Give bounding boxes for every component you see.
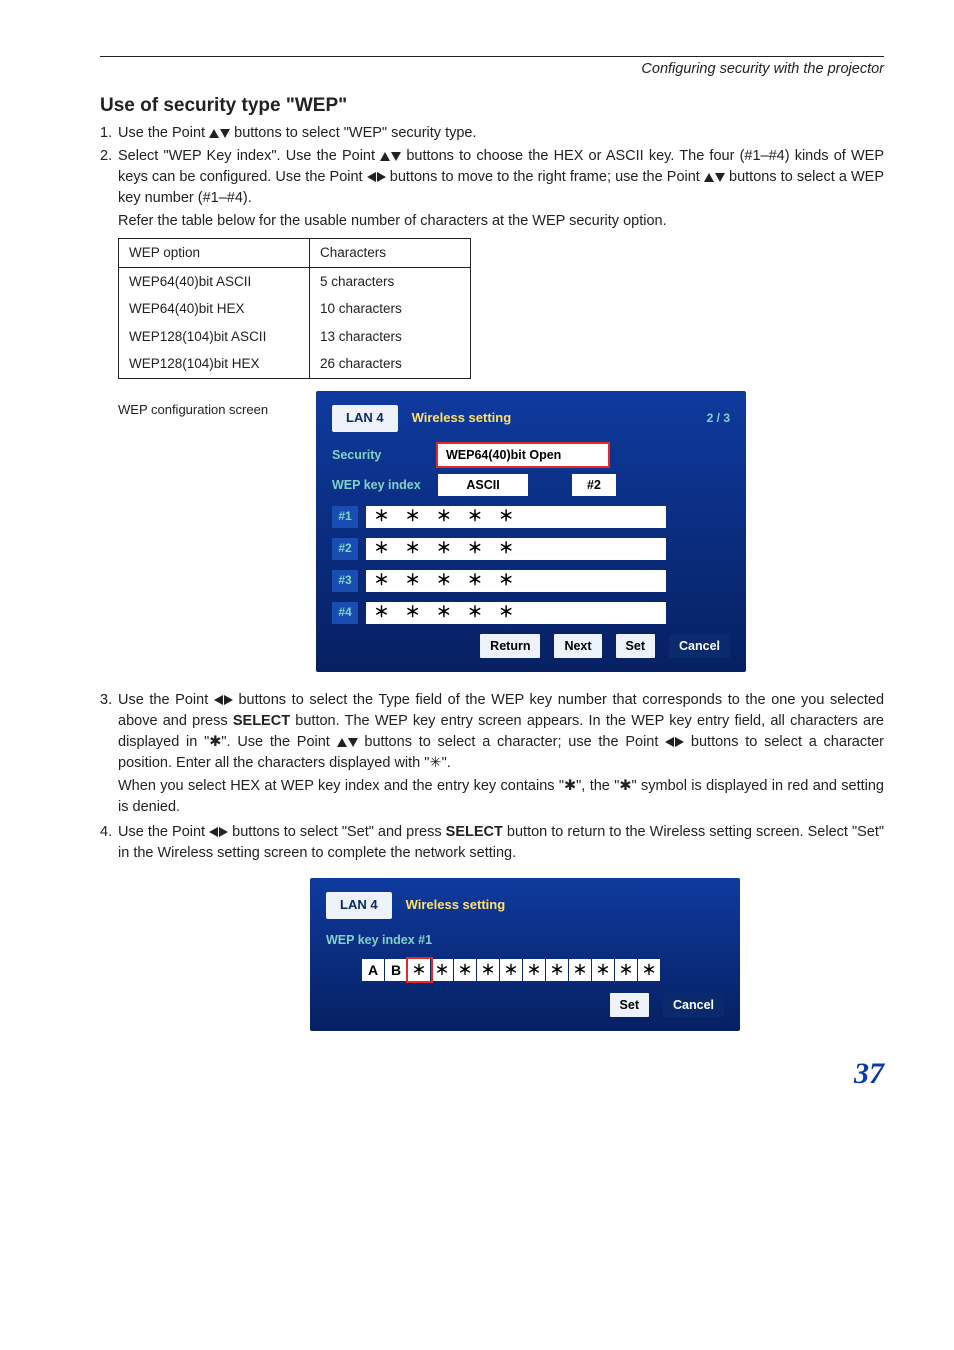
wep-table-cell: WEP128(104)bit ASCII: [119, 323, 310, 351]
wep-key-tag-4: #4: [332, 602, 358, 624]
right-icon: [219, 827, 228, 837]
wep-entry-cell[interactable]: ＊: [477, 959, 500, 981]
set-button[interactable]: Set: [610, 993, 649, 1017]
step-2: 2. Select "WEP Key index". Use the Point…: [100, 146, 884, 209]
step-4-text-a: Use the Point: [118, 824, 209, 840]
wep-table-cell: WEP64(40)bit HEX: [119, 295, 310, 323]
step-4: 4. Use the Point buttons to select "Set"…: [100, 822, 884, 864]
step-2-number: 2.: [100, 146, 118, 209]
select-keyword: SELECT: [446, 824, 503, 840]
wep-table-h2: Characters: [310, 239, 471, 268]
wep-entry-cell[interactable]: ＊: [431, 959, 454, 981]
wep-key-tag-1: #1: [332, 506, 358, 528]
wep-key-row: #2 ＊ ＊ ＊ ＊ ＊: [332, 538, 730, 560]
wep-entry-cell[interactable]: ＊: [569, 959, 592, 981]
wep-config-caption: WEP configuration screen: [118, 401, 298, 420]
wep-key-field-4[interactable]: ＊ ＊ ＊ ＊ ＊: [366, 602, 666, 624]
osd-keyindex-label: WEP key index: [332, 476, 428, 494]
return-button[interactable]: Return: [480, 634, 540, 658]
wep-entry-screen: LAN 4 Wireless setting WEP key index #1 …: [310, 878, 740, 1031]
right-icon: [224, 695, 233, 705]
wep-key-tag-2: #2: [332, 538, 358, 560]
wep-table-cell: WEP128(104)bit HEX: [119, 350, 310, 378]
osd-keyindex-mode[interactable]: ASCII: [438, 474, 528, 496]
osd-tab-lan4[interactable]: LAN 4: [332, 405, 398, 432]
wep-entry-cell[interactable]: B: [385, 959, 408, 981]
step-1-number: 1.: [100, 123, 118, 144]
wep-entry-cell[interactable]: ＊: [408, 959, 431, 981]
wep-table-cell: 26 characters: [310, 350, 471, 378]
up-icon: [380, 152, 390, 161]
left-icon: [665, 737, 674, 747]
wep-entry-row[interactable]: AB＊＊＊＊＊＊＊＊＊＊＊: [362, 959, 724, 981]
wep-key-field-1[interactable]: ＊ ＊ ＊ ＊ ＊: [366, 506, 666, 528]
page-title: Use of security type "WEP": [100, 95, 884, 117]
step-1-text-b: buttons to select "WEP" security type.: [234, 125, 476, 141]
osd-keyindex-num[interactable]: #2: [572, 474, 616, 496]
down-icon: [348, 738, 358, 747]
wep-entry-cell[interactable]: ＊: [592, 959, 615, 981]
wep-entry-cell[interactable]: ＊: [454, 959, 477, 981]
left-icon: [209, 827, 218, 837]
wep-table-cell: WEP64(40)bit ASCII: [119, 267, 310, 295]
wep-key-field-3[interactable]: ＊ ＊ ＊ ＊ ＊: [366, 570, 666, 592]
right-icon: [675, 737, 684, 747]
left-icon: [214, 695, 223, 705]
wep-entry-cell[interactable]: ＊: [638, 959, 660, 981]
osd-security-label: Security: [332, 446, 428, 464]
wep-table-cell: 10 characters: [310, 295, 471, 323]
wep-entry-cell[interactable]: ＊: [523, 959, 546, 981]
step-3-text-a: Use the Point: [118, 692, 214, 708]
osd-title: Wireless setting: [412, 409, 512, 428]
wep-entry-cell[interactable]: ＊: [546, 959, 569, 981]
down-icon: [220, 129, 230, 138]
wep-table-cell: 13 characters: [310, 323, 471, 351]
osd-page-indicator: 2 / 3: [707, 410, 730, 427]
cancel-button[interactable]: Cancel: [663, 993, 724, 1017]
up-icon: [209, 129, 219, 138]
header-section-path: Configuring security with the projector: [100, 61, 884, 77]
wep-table-h1: WEP option: [119, 239, 310, 268]
step-2-text-c: buttons to move to the right frame; use …: [390, 169, 704, 185]
step-1: 1. Use the Point buttons to select "WEP"…: [100, 123, 884, 144]
left-icon: [367, 172, 376, 182]
step-3-text-d: buttons to select a character; use the P…: [364, 734, 665, 750]
wep-key-tag-3: #3: [332, 570, 358, 592]
cancel-button[interactable]: Cancel: [669, 634, 730, 658]
right-icon: [377, 172, 386, 182]
wep-key-row: #4 ＊ ＊ ＊ ＊ ＊: [332, 602, 730, 624]
set-button[interactable]: Set: [616, 634, 655, 658]
up-icon: [337, 738, 347, 747]
down-icon: [391, 152, 401, 161]
step-2-note: Refer the table below for the usable num…: [118, 213, 667, 229]
wep-key-field-2[interactable]: ＊ ＊ ＊ ＊ ＊: [366, 538, 666, 560]
step-2-text-a: Select "WEP Key index". Use the Point: [118, 148, 375, 164]
step-3-number: 3.: [100, 690, 118, 774]
next-button[interactable]: Next: [554, 634, 601, 658]
osd-keyindex-label: WEP key index #1: [326, 931, 724, 949]
up-icon: [704, 173, 714, 182]
wep-entry-cell[interactable]: A: [362, 959, 385, 981]
wep-entry-cell[interactable]: ＊: [615, 959, 638, 981]
select-keyword: SELECT: [233, 713, 290, 729]
step-3-note: When you select HEX at WEP key index and…: [118, 778, 884, 815]
osd-title: Wireless setting: [406, 896, 506, 915]
wep-options-table: WEP option Characters WEP64(40)bit ASCII…: [118, 238, 471, 379]
wep-table-cell: 5 characters: [310, 267, 471, 295]
wep-config-screen: LAN 4 Wireless setting 2 / 3 Security WE…: [316, 391, 746, 672]
osd-tab-lan4[interactable]: LAN 4: [326, 892, 392, 919]
page-number: 37: [100, 1057, 884, 1091]
step-4-number: 4.: [100, 822, 118, 864]
wep-key-row: #3 ＊ ＊ ＊ ＊ ＊: [332, 570, 730, 592]
osd-security-value[interactable]: WEP64(40)bit Open: [438, 444, 608, 466]
wep-entry-cell[interactable]: ＊: [500, 959, 523, 981]
step-1-text-a: Use the Point: [118, 125, 205, 141]
step-3: 3. Use the Point buttons to select the T…: [100, 690, 884, 774]
wep-key-row: #1 ＊ ＊ ＊ ＊ ＊: [332, 506, 730, 528]
down-icon: [715, 173, 725, 182]
step-4-text-b: buttons to select "Set" and press: [232, 824, 445, 840]
